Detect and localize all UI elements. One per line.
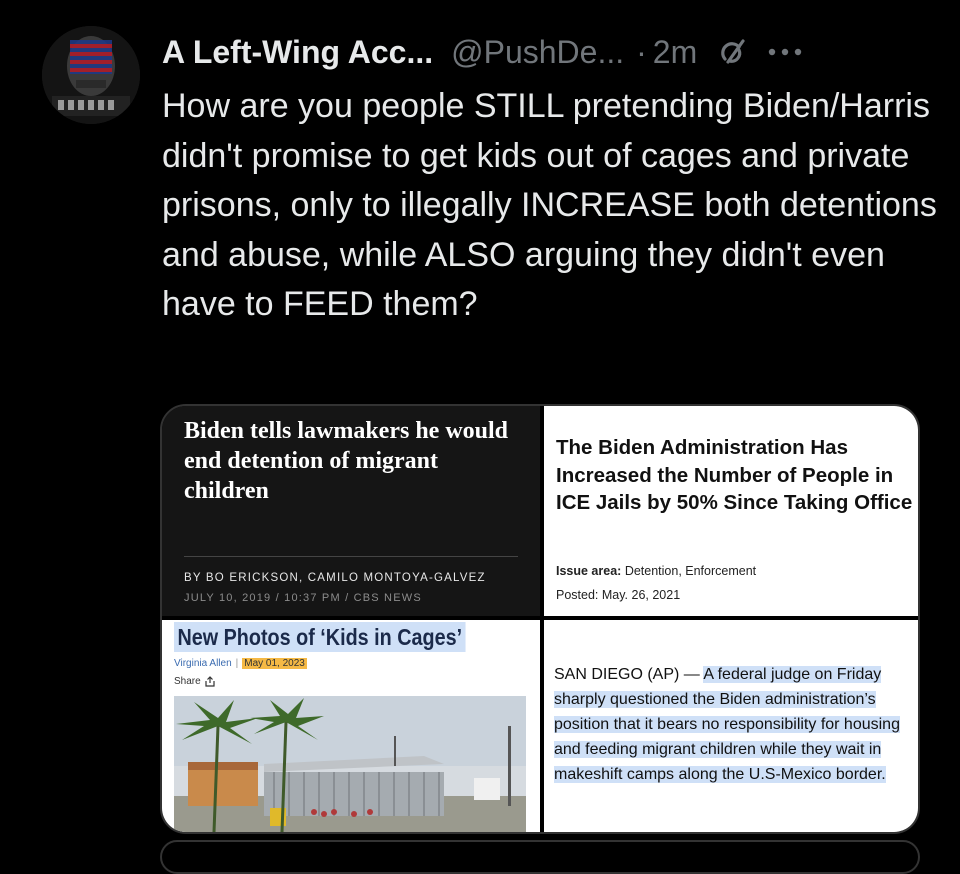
media-panel-ap[interactable]: SAN DIEGO (AP) — A federal judge on Frid… [544,620,918,832]
posted-date: Posted: May. 26, 2021 [556,588,681,602]
issue-label: Issue area: [556,564,622,578]
share-icon [205,676,215,687]
media-panel-ice[interactable]: The Biden Administration Has Increased t… [544,406,918,616]
post-text: How are you people STILL pretending Bide… [162,87,937,323]
grok-icon[interactable] [715,35,749,69]
post-time[interactable]: 2m [653,34,697,71]
highlighted-text: A federal judge on Friday sharply questi… [554,666,900,783]
issue-value: Detention, Enforcement [624,564,757,578]
meta-separator: | [235,658,239,669]
panel-headline: Biden tells lawmakers he would end deten… [184,418,509,504]
media-panel-kids-in-cages[interactable]: New Photos of ‘Kids in Cages’ Virginia A… [162,620,540,832]
divider [184,556,518,557]
post-header: A Left-Wing Acc... @PushDe... · 2m [162,30,803,74]
issue-area: Issue area: Detention, Enforcement [556,564,756,578]
article-date: May 01, 2023 [242,658,307,669]
article-excerpt: SAN DIEGO (AP) — A federal judge on Frid… [554,662,914,787]
panel-headline: New Photos of ‘Kids in Cages’ [174,622,466,652]
dateline: JULY 10, 2019 / 10:37 PM / CBS NEWS [184,592,422,604]
share-button[interactable]: Share [174,676,215,687]
more-icon[interactable] [767,47,803,57]
article-meta: Virginia Allen | May 01, 2023 [174,658,307,669]
next-card-edge [160,840,920,874]
panel-headline: The Biden Administration Has Increased t… [556,436,913,514]
display-name[interactable]: A Left-Wing Acc... [162,34,433,71]
dateline-lead: SAN DIEGO (AP) — [554,666,704,683]
author: Virginia Allen [174,658,232,669]
avatar-image [42,26,140,124]
media-panel-cbs[interactable]: Biden tells lawmakers he would end deten… [162,406,540,616]
separator-dot: · [636,33,647,70]
media-grid[interactable]: Biden tells lawmakers he would end deten… [160,404,920,834]
byline: BY BO ERICKSON, CAMILO MONTOYA-GALVEZ [184,572,486,584]
share-label: Share [174,676,201,687]
avatar[interactable] [42,26,140,124]
user-handle[interactable]: @PushDe... [451,34,624,71]
detention-facility-photo [174,696,526,832]
